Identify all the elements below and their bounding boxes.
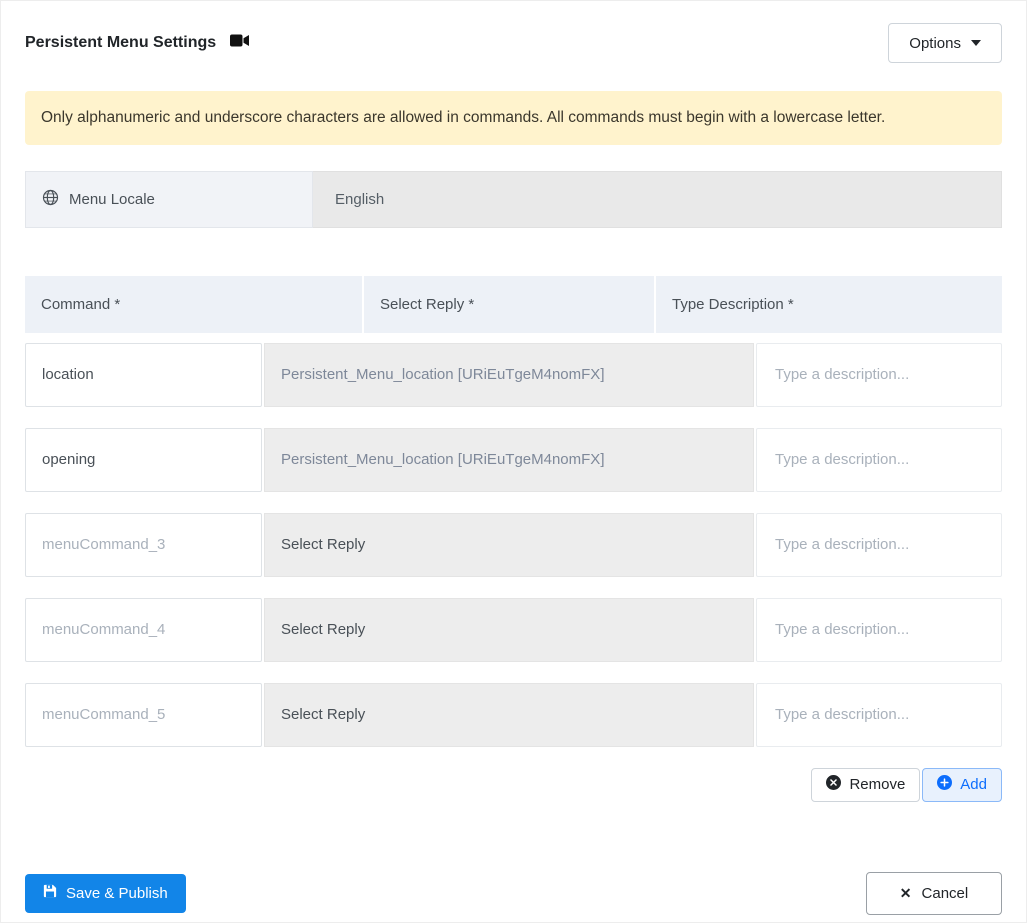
select-reply-value: Persistent_Menu_location [URiEuTgeM4nomF…: [281, 451, 605, 469]
commands-table: Command * Select Reply * Type Descriptio…: [25, 275, 1002, 802]
save-publish-label: Save & Publish: [66, 884, 168, 902]
select-reply-dropdown[interactable]: Select Reply: [264, 597, 754, 662]
video-camera-icon: [230, 34, 250, 52]
description-input[interactable]: [756, 342, 1002, 407]
table-header-row: Command * Select Reply * Type Descriptio…: [25, 275, 1002, 333]
add-label: Add: [960, 776, 987, 794]
select-reply-value: Select Reply: [281, 621, 366, 639]
select-reply-dropdown[interactable]: Persistent_Menu_location [URiEuTgeM4nomF…: [264, 427, 754, 492]
select-reply-value: Select Reply: [281, 706, 366, 724]
options-button[interactable]: Options: [888, 23, 1002, 63]
table-row: Select Reply: [25, 597, 1002, 662]
floppy-disk-icon: [43, 884, 57, 902]
column-header-select-reply: Select Reply *: [364, 275, 654, 333]
command-input[interactable]: [25, 427, 262, 492]
cancel-button[interactable]: ✕ Cancel: [866, 871, 1002, 915]
table-row: Select Reply: [25, 512, 1002, 577]
footer: Save & Publish ✕ Cancel: [25, 871, 1002, 915]
description-input[interactable]: [756, 597, 1002, 662]
menu-locale-row: Menu Locale English: [25, 170, 1002, 228]
table-row: Persistent_Menu_location [URiEuTgeM4nomF…: [25, 427, 1002, 492]
remove-label: Remove: [849, 776, 906, 794]
options-label: Options: [909, 34, 961, 52]
column-header-command: Command *: [25, 275, 362, 333]
description-input[interactable]: [756, 427, 1002, 492]
x-icon: ✕: [899, 884, 912, 901]
cancel-label: Cancel: [921, 884, 969, 902]
table-row: Select Reply: [25, 682, 1002, 747]
persistent-menu-settings-panel: Persistent Menu Settings Options Only al…: [1, 1, 1026, 922]
column-header-type-description: Type Description *: [656, 275, 1002, 333]
menu-locale-label: Menu Locale: [25, 170, 313, 228]
add-row-button[interactable]: Add: [922, 767, 1002, 802]
plus-circle-filled-icon: [937, 775, 953, 794]
alert-banner: Only alphanumeric and underscore charact…: [25, 91, 1002, 145]
globe-icon: [42, 189, 59, 210]
select-reply-dropdown[interactable]: Persistent_Menu_location [URiEuTgeM4nomF…: [264, 342, 754, 407]
title-wrap: Persistent Menu Settings: [25, 34, 250, 52]
x-circle-filled-icon: [826, 775, 842, 794]
chevron-down-icon: [971, 40, 981, 46]
description-input[interactable]: [756, 512, 1002, 577]
command-input[interactable]: [25, 342, 262, 407]
command-input[interactable]: [25, 682, 262, 747]
menu-locale-label-text: Menu Locale: [69, 190, 155, 208]
select-reply-value: Persistent_Menu_location [URiEuTgeM4nomF…: [281, 366, 605, 384]
row-actions: Remove Add: [25, 767, 1002, 802]
remove-row-button[interactable]: Remove: [811, 767, 921, 802]
select-reply-dropdown[interactable]: Select Reply: [264, 682, 754, 747]
page-title: Persistent Menu Settings: [25, 34, 217, 51]
menu-locale-select[interactable]: English: [313, 170, 1002, 228]
command-input[interactable]: [25, 512, 262, 577]
description-input[interactable]: [756, 682, 1002, 747]
header: Persistent Menu Settings Options: [25, 23, 1002, 63]
table-row: Persistent_Menu_location [URiEuTgeM4nomF…: [25, 342, 1002, 407]
save-publish-button[interactable]: Save & Publish: [25, 873, 186, 913]
menu-locale-value-text: English: [335, 190, 385, 208]
command-input[interactable]: [25, 597, 262, 662]
select-reply-dropdown[interactable]: Select Reply: [264, 512, 754, 577]
select-reply-value: Select Reply: [281, 536, 366, 554]
